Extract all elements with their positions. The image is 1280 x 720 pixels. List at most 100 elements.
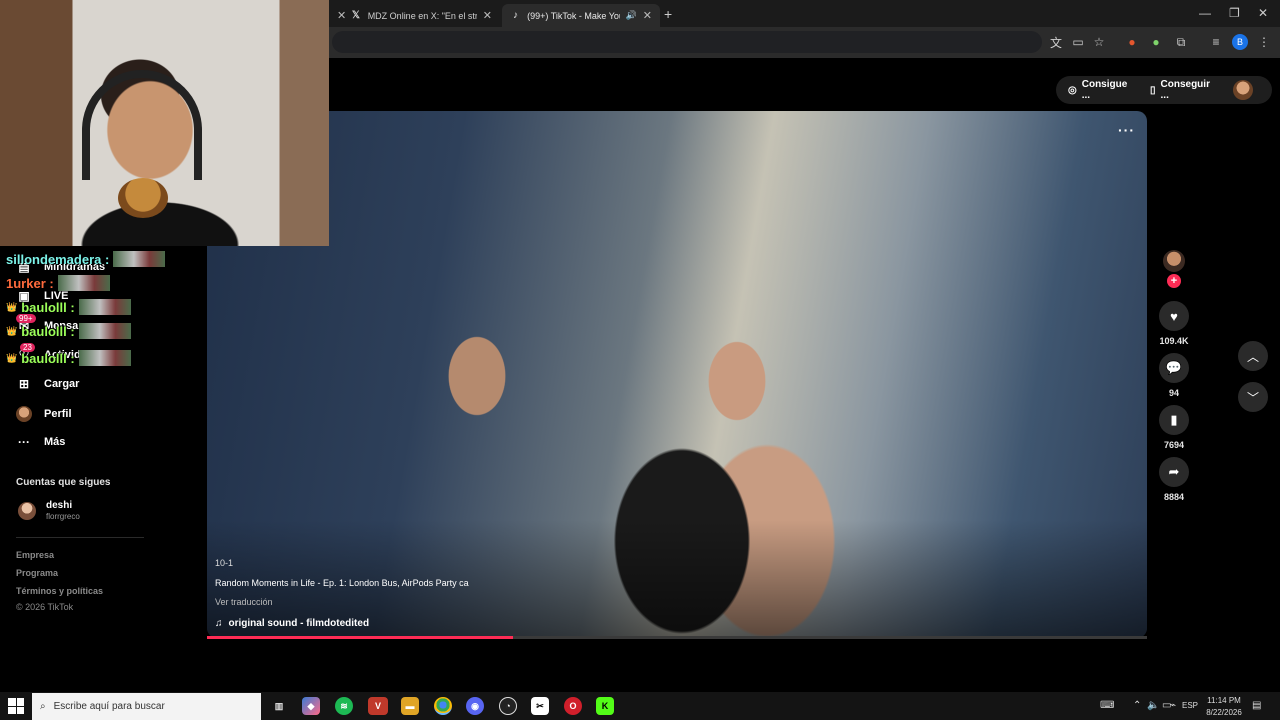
headset-shape: [82, 70, 202, 180]
chat-emote: [57, 275, 110, 291]
keyboard-icon[interactable]: ⌨: [1100, 700, 1114, 711]
share-button[interactable]: ➦: [1159, 457, 1189, 487]
spotify-icon[interactable]: ≋: [335, 697, 353, 715]
chrome-icon[interactable]: [434, 697, 452, 715]
crown-icon: 👑: [6, 301, 18, 312]
like-count: 109.4K: [1159, 336, 1189, 346]
following-handle: florrgreco: [46, 512, 80, 521]
notifications-icon[interactable]: ▤: [1252, 700, 1261, 711]
sidebar-item-upload[interactable]: ⊞ Cargar: [16, 377, 80, 391]
copilot-icon[interactable]: ◆: [302, 697, 320, 715]
video-more-options-icon[interactable]: ···: [1118, 122, 1135, 138]
sidebar-item-label: Más: [44, 436, 66, 448]
creator-avatar[interactable]: [1163, 250, 1185, 272]
extension-fox-icon[interactable]: ●: [1124, 34, 1140, 50]
chevron-up-icon: ︿: [1246, 349, 1259, 364]
share-arrow-icon: ➦: [1168, 464, 1180, 479]
comment-button[interactable]: 💬: [1159, 353, 1189, 383]
save-button[interactable]: ▮: [1159, 405, 1189, 435]
music-note-icon: ♫: [215, 618, 223, 629]
tray-overflow-icon[interactable]: ⌃: [1133, 700, 1141, 711]
get-coins-button[interactable]: ◎ Consigue ...: [1060, 76, 1142, 104]
following-section-title: Cuentas que sigues: [16, 477, 111, 488]
input-language[interactable]: ESP: [1182, 701, 1198, 710]
extensions-puzzle-icon[interactable]: ⧉: [1173, 34, 1189, 50]
extension-color-icon[interactable]: ●: [1148, 34, 1164, 50]
chat-emote: [78, 350, 131, 366]
user-avatar[interactable]: [1233, 80, 1253, 100]
close-tab-icon[interactable]: ✕: [483, 9, 492, 22]
chat-line: 👑 baulolll :: [6, 350, 131, 366]
sidebar-divider: [16, 537, 144, 538]
kick-icon[interactable]: K: [596, 697, 614, 715]
footer-link-programa[interactable]: Programa: [16, 568, 58, 578]
chat-user: baulolll :: [21, 299, 75, 315]
sidebar-item-label: Cargar: [44, 378, 80, 390]
discord-icon[interactable]: ◉: [466, 697, 484, 715]
capcut-icon[interactable]: ✂: [531, 697, 549, 715]
search-icon: ⌕: [40, 701, 46, 712]
new-tab-button[interactable]: +: [664, 6, 672, 22]
streamer-webcam: [0, 0, 329, 246]
network-icon[interactable]: ⌁: [1170, 700, 1176, 711]
footer-link-empresa[interactable]: Empresa: [16, 550, 54, 560]
volume-icon[interactable]: 🔈: [1147, 700, 1159, 711]
clock-date[interactable]: 8/22/2026: [1203, 708, 1245, 717]
cast-icon[interactable]: ▭: [1070, 34, 1086, 50]
sidebar-item-more[interactable]: ··· Más: [16, 435, 65, 449]
tab-label: MDZ Online en X: "En el stream: [367, 10, 477, 21]
restore-button[interactable]: ❐: [1229, 6, 1240, 20]
video-progress-fill: [207, 636, 513, 639]
media-queue-icon[interactable]: ≡: [1208, 34, 1224, 50]
following-name[interactable]: deshi: [46, 500, 72, 511]
follow-plus-button[interactable]: +: [1167, 274, 1181, 288]
audio-playing-icon[interactable]: 🔊: [626, 10, 637, 21]
bookmark-icon: ▮: [1170, 412, 1178, 427]
previous-video-button[interactable]: ︿: [1238, 341, 1268, 371]
like-button[interactable]: ♥: [1159, 301, 1189, 331]
next-video-button[interactable]: ﹀: [1238, 382, 1268, 412]
profile-avatar-icon[interactable]: B: [1232, 34, 1248, 50]
sidebar-item-profile[interactable]: Perfil: [16, 406, 72, 422]
burger-shape: [118, 178, 168, 218]
share-count: 8884: [1163, 492, 1185, 502]
file-explorer-icon[interactable]: ▬: [401, 697, 419, 715]
voicemeeter-icon[interactable]: V: [368, 697, 388, 715]
x-logo-icon: 𝕏: [351, 10, 360, 21]
tab-tiktok[interactable]: ♪ (99+) TikTok - Make Your Da 🔊 ✕: [502, 4, 660, 27]
chat-user: baulolll :: [21, 323, 75, 339]
clock-time[interactable]: 11:14 PM: [1203, 696, 1245, 705]
translate-icon[interactable]: 文: [1048, 34, 1064, 50]
tab-label: (99+) TikTok - Make Your Da: [527, 10, 619, 21]
chat-line: 👑 baulolll :: [6, 323, 131, 339]
footer-link-terms[interactable]: Términos y políticas: [16, 586, 103, 596]
address-bar[interactable]: [332, 31, 1042, 53]
close-tab-icon[interactable]: ✕: [643, 9, 652, 22]
minimize-button[interactable]: —: [1199, 6, 1211, 20]
menu-kebab-icon[interactable]: ⋮: [1256, 34, 1272, 50]
following-avatar[interactable]: [18, 502, 36, 520]
chat-emote: [78, 299, 131, 315]
heart-icon: ♥: [1170, 308, 1178, 324]
chat-line: 1urker :: [6, 275, 110, 291]
video-sound[interactable]: ♫ original sound - filmdotedited: [215, 618, 369, 629]
taskbar-search[interactable]: ⌕ Escribe aquí para buscar: [32, 693, 261, 720]
video-date: 10-1: [215, 558, 234, 568]
task-view-icon[interactable]: ▥: [270, 697, 288, 715]
opera-gx-icon[interactable]: O: [564, 697, 582, 715]
sound-label: original sound - filmdotedited: [228, 618, 370, 629]
get-app-button[interactable]: ▯ Conseguir ...: [1142, 76, 1228, 104]
chevron-down-icon: ﹀: [1246, 390, 1259, 405]
chat-line: sillondemadera :: [6, 251, 166, 267]
crown-icon: 👑: [6, 352, 18, 363]
close-window-button[interactable]: ✕: [1258, 6, 1268, 20]
tab-mdz[interactable]: 𝕏 MDZ Online en X: "En el stream ✕: [342, 4, 500, 27]
messages-badge: 99+: [16, 314, 36, 323]
windows-start-icon[interactable]: [8, 698, 24, 714]
see-translation-link[interactable]: Ver traducción: [215, 597, 273, 607]
bookmark-star-icon[interactable]: ☆: [1091, 34, 1107, 50]
chat-emote: [78, 323, 131, 339]
more-icon: ···: [18, 435, 30, 449]
upload-icon: ⊞: [18, 377, 30, 391]
obs-icon[interactable]: ◔: [499, 697, 517, 715]
